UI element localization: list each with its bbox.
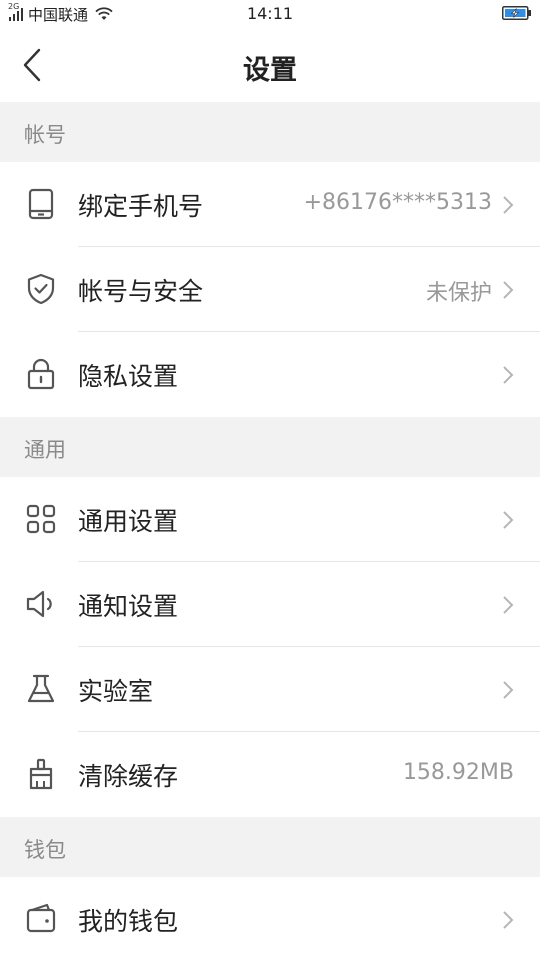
shield-icon (27, 273, 55, 305)
row-label: 我的钱包 (78, 907, 179, 936)
section-header-wallet: 钱包 (0, 817, 540, 877)
row-privacy-settings[interactable]: 隐私设置 (0, 332, 540, 417)
section-title: 通用 (24, 438, 66, 462)
row-lab[interactable]: 实验室 (0, 647, 540, 732)
section-header-general: 通用 (0, 417, 540, 477)
status-bar: 2G 中国联通 14:11 (0, 0, 540, 28)
row-notification-settings[interactable]: 通知设置 (0, 562, 540, 647)
chevron-right-icon (503, 911, 514, 929)
page-title: 设置 (243, 55, 297, 86)
brush-icon (29, 758, 53, 790)
row-value: 未保护 (425, 281, 492, 306)
grid-icon (26, 504, 56, 534)
lock-icon (27, 358, 55, 390)
nav-bar: 设置 (0, 28, 540, 102)
row-label: 隐私设置 (78, 362, 179, 391)
row-label: 通用设置 (78, 507, 179, 536)
chevron-right-icon (503, 596, 514, 614)
chevron-right-icon (503, 281, 514, 299)
flask-icon (27, 674, 55, 703)
row-general-settings[interactable]: 通用设置 (0, 477, 540, 562)
row-account-security[interactable]: 帐号与安全 未保护 (0, 247, 540, 332)
chevron-right-icon (503, 196, 514, 214)
section-title: 帐号 (24, 123, 66, 147)
status-time: 14:11 (246, 4, 294, 23)
battery-charging-icon (502, 6, 531, 20)
cache-size-value: 158.92MB (402, 760, 514, 785)
row-value: +86176****5313 (303, 190, 492, 215)
chevron-right-icon (503, 366, 514, 384)
row-label: 实验室 (78, 677, 154, 706)
row-bind-phone[interactable]: 绑定手机号 +86176****5313 (0, 162, 540, 247)
speaker-icon (26, 590, 52, 618)
wallet-icon (26, 903, 56, 933)
phone-icon (28, 188, 54, 220)
chevron-right-icon (503, 681, 514, 699)
section-title: 钱包 (24, 838, 66, 862)
row-label: 清除缓存 (78, 762, 179, 791)
row-label: 帐号与安全 (78, 277, 204, 306)
section-header-account: 帐号 (0, 102, 540, 162)
row-clear-cache[interactable]: 清除缓存 158.92MB (0, 732, 540, 817)
row-my-wallet[interactable]: 我的钱包 (0, 877, 540, 960)
chevron-right-icon (503, 511, 514, 529)
row-label: 通知设置 (78, 592, 179, 621)
row-label: 绑定手机号 (78, 192, 204, 221)
